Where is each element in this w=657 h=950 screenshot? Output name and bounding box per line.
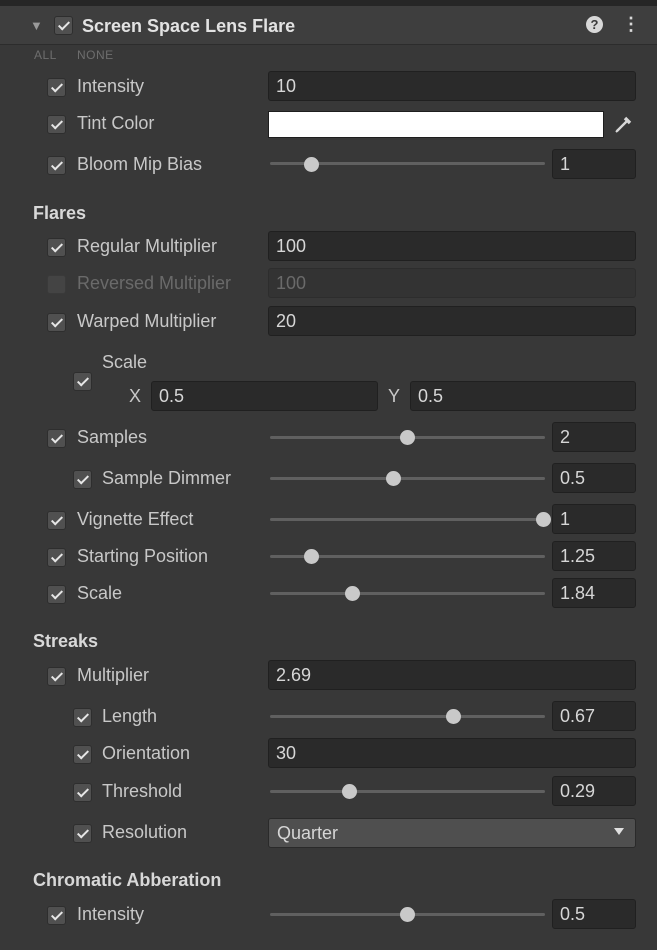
length-field[interactable]: 0.67 xyxy=(552,701,636,731)
triangle-down-icon[interactable]: ▼ xyxy=(30,18,43,33)
intensity-field[interactable]: 10 xyxy=(268,71,636,101)
vertical-ellipsis-icon[interactable]: ⋮ xyxy=(622,14,640,35)
starting-position-override-checkbox[interactable] xyxy=(47,548,66,567)
orientation-label: Orientation xyxy=(102,743,191,763)
samples-field[interactable]: 2 xyxy=(552,422,636,452)
sample-dimmer-override-checkbox[interactable] xyxy=(73,470,92,489)
scale-y-field[interactable]: 0.5 xyxy=(410,381,636,411)
flares-section-title: Flares xyxy=(33,203,87,223)
streaks-multiplier-label: Multiplier xyxy=(77,665,150,685)
scale-slider-knob[interactable] xyxy=(344,586,360,601)
component-title: Screen Space Lens Flare xyxy=(82,16,296,36)
chromatic-intensity-slider-knob[interactable] xyxy=(399,907,415,922)
bloom-mip-bias-field[interactable]: 1 xyxy=(552,149,636,179)
resolution-label: Resolution xyxy=(102,822,188,842)
scale-x-field[interactable]: 0.5 xyxy=(151,381,378,411)
length-override-checkbox[interactable] xyxy=(73,708,92,727)
starting-position-label: Starting Position xyxy=(77,546,209,566)
warped-multiplier-field[interactable]: 20 xyxy=(268,306,636,336)
dropdown-arrow-icon[interactable] xyxy=(614,828,624,835)
scale-y-label: Y xyxy=(388,386,401,406)
scale-override-checkbox[interactable] xyxy=(47,585,66,604)
sample-dimmer-field[interactable]: 0.5 xyxy=(552,463,636,493)
warped-multiplier-label: Warped Multiplier xyxy=(77,311,217,331)
threshold-slider-track[interactable] xyxy=(270,790,545,793)
starting-position-slider-knob[interactable] xyxy=(303,549,319,564)
reversed-multiplier-label: Reversed Multiplier xyxy=(77,273,232,293)
chromatic-intensity-field[interactable]: 0.5 xyxy=(552,899,636,929)
component-header[interactable]: ▼ Screen Space Lens Flare ? ⋮ xyxy=(0,6,657,45)
question-circle-icon[interactable]: ? xyxy=(586,16,603,33)
length-slider-knob[interactable] xyxy=(445,709,461,724)
bloom-mip-bias-label: Bloom Mip Bias xyxy=(77,154,203,174)
samples-override-checkbox[interactable] xyxy=(47,429,66,448)
starting-position-field[interactable]: 1.25 xyxy=(552,541,636,571)
intensity-label: Intensity xyxy=(77,76,145,96)
orientation-override-checkbox[interactable] xyxy=(73,745,92,764)
samples-label: Samples xyxy=(77,427,148,447)
bloom-mip-bias-slider-knob[interactable] xyxy=(303,157,319,172)
component-enabled-checkbox[interactable] xyxy=(54,16,73,35)
sample-dimmer-slider-track[interactable] xyxy=(270,477,545,480)
vignette-effect-label: Vignette Effect xyxy=(77,509,194,529)
length-slider-track[interactable] xyxy=(270,715,545,718)
vignette-effect-slider-knob[interactable] xyxy=(536,512,551,527)
chromatic-section-title: Chromatic Abberation xyxy=(33,870,222,890)
chromatic-intensity-label: Intensity xyxy=(77,904,145,924)
eyedropper-icon[interactable] xyxy=(610,111,636,138)
resolution-override-checkbox[interactable] xyxy=(73,824,92,843)
reversed-multiplier-field: 100 xyxy=(268,268,636,298)
tint-color-swatch[interactable] xyxy=(268,111,604,138)
vignette-effect-field[interactable]: 1 xyxy=(552,504,636,534)
streaks-multiplier-override-checkbox[interactable] xyxy=(47,667,66,686)
sample-dimmer-slider-knob[interactable] xyxy=(385,471,401,486)
warped-multiplier-override-checkbox[interactable] xyxy=(47,313,66,332)
scale-slider-track[interactable] xyxy=(270,592,545,595)
bloom-mip-bias-override-checkbox[interactable] xyxy=(47,156,66,175)
threshold-slider-knob[interactable] xyxy=(342,784,358,799)
sample-dimmer-label: Sample Dimmer xyxy=(102,468,232,488)
streaks-multiplier-field[interactable]: 2.69 xyxy=(268,660,636,690)
orientation-field[interactable]: 30 xyxy=(268,738,636,768)
scale-field[interactable]: 1.84 xyxy=(552,578,636,608)
toggle-all-button[interactable]: ALL xyxy=(34,48,57,62)
scale-x-label: X xyxy=(129,386,142,406)
toggle-none-button[interactable]: NONE xyxy=(77,48,114,62)
scale-xy-label: Scale xyxy=(102,352,148,372)
streaks-section-title: Streaks xyxy=(33,631,99,651)
regular-multiplier-field[interactable]: 100 xyxy=(268,231,636,261)
tint-color-label: Tint Color xyxy=(77,113,155,133)
reversed-multiplier-override-checkbox[interactable] xyxy=(47,275,66,294)
scale-label: Scale xyxy=(77,583,123,603)
vignette-effect-override-checkbox[interactable] xyxy=(47,511,66,530)
threshold-field[interactable]: 0.29 xyxy=(552,776,636,806)
scale-xy-override-checkbox[interactable] xyxy=(73,372,92,391)
regular-multiplier-override-checkbox[interactable] xyxy=(47,238,66,257)
threshold-override-checkbox[interactable] xyxy=(73,783,92,802)
resolution-dropdown[interactable]: Quarter xyxy=(268,818,636,848)
tint-color-override-checkbox[interactable] xyxy=(47,115,66,134)
threshold-label: Threshold xyxy=(102,781,183,801)
intensity-override-checkbox[interactable] xyxy=(47,78,66,97)
regular-multiplier-label: Regular Multiplier xyxy=(77,236,218,256)
vignette-effect-slider-track[interactable] xyxy=(270,518,545,521)
samples-slider-knob[interactable] xyxy=(399,430,415,445)
chromatic-intensity-override-checkbox[interactable] xyxy=(47,906,66,925)
length-label: Length xyxy=(102,706,158,726)
